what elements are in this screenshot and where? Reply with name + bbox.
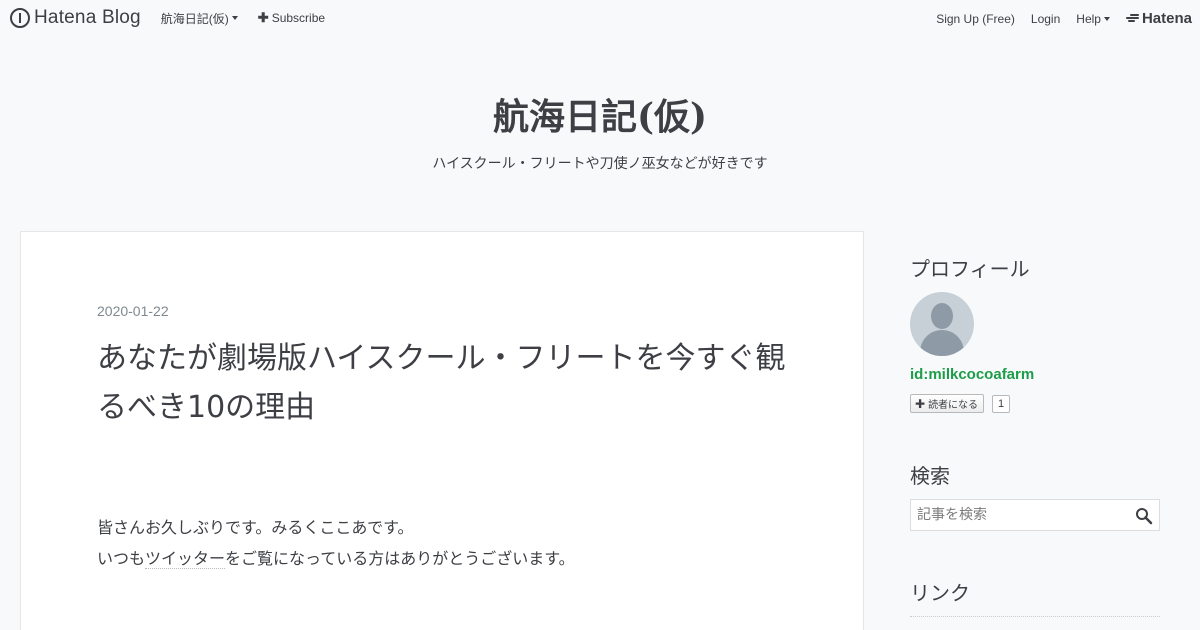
- subscribe-link[interactable]: ✚ Subscribe: [258, 10, 325, 26]
- entry-title[interactable]: あなたが劇場版ハイスクール・フリートを今すぐ観るべき10の理由: [97, 334, 797, 432]
- subscribe-reader-label: 読者になる: [928, 400, 979, 411]
- logo-text: Hatena Blog: [34, 7, 141, 28]
- help-dropdown[interactable]: Help: [1076, 12, 1110, 26]
- profile-id-link[interactable]: id:milkcocoafarm: [910, 366, 1034, 383]
- hatena-brand-icon: [1125, 14, 1139, 23]
- search-input[interactable]: [911, 500, 1131, 530]
- global-header-left: Hatena Blog 航海日記(仮) ✚ Subscribe: [10, 7, 325, 29]
- entry-body: 皆さんお久しぶりです。みるくここあです。 いつもツイッターをご覧になっている方は…: [97, 512, 797, 574]
- sidebar: プロフィール id:milkcocoafarm ✚ 読者になる 1 検索 リンク: [892, 231, 1180, 630]
- subscribe-reader-button[interactable]: ✚ 読者になる: [910, 394, 985, 413]
- search-icon[interactable]: [1135, 507, 1153, 525]
- signup-link[interactable]: Sign Up (Free): [936, 12, 1015, 26]
- global-header-right: Sign Up (Free) Login Help Hatena: [920, 10, 1192, 27]
- subscribe-label: Subscribe: [271, 11, 326, 25]
- main-article: 2020-01-22 あなたが劇場版ハイスクール・フリートを今すぐ観るべき10の…: [20, 231, 864, 630]
- blog-title[interactable]: 航海日記(仮): [0, 88, 1200, 140]
- profile-heading: プロフィール: [910, 257, 1030, 281]
- divider: [910, 616, 1160, 617]
- plus-icon: ✚: [257, 10, 269, 25]
- links-heading: リンク: [910, 581, 970, 605]
- entry-text: をご覧になっている方はありがとうございます。: [225, 549, 575, 568]
- search-form: [910, 499, 1160, 531]
- subscriber-count[interactable]: 1: [992, 395, 1010, 413]
- hatena-brand-link[interactable]: Hatena: [1125, 10, 1192, 27]
- global-header: Hatena Blog 航海日記(仮) ✚ Subscribe Sign Up …: [0, 0, 1200, 36]
- search-heading: 検索: [910, 464, 950, 488]
- plus-icon: ✚: [915, 396, 926, 411]
- default-avatar-icon[interactable]: [910, 292, 974, 356]
- blog-description: ハイスクール・フリートや刀使ノ巫女などが好きです: [432, 156, 768, 172]
- login-link[interactable]: Login: [1031, 12, 1060, 26]
- entry-paragraph: いつもツイッターをご覧になっている方はありがとうございます。: [97, 543, 797, 574]
- entry-date[interactable]: 2020-01-22: [97, 303, 169, 319]
- hatena-brand-label: Hatena: [1141, 10, 1192, 27]
- blog-menu-label: 航海日記(仮): [160, 11, 229, 26]
- hatena-blog-logo[interactable]: Hatena Blog: [10, 7, 141, 29]
- keyword-link[interactable]: ツイッター: [145, 549, 226, 569]
- blog-menu-dropdown[interactable]: 航海日記(仮): [161, 10, 238, 27]
- hatena-blog-logo-icon: [10, 8, 30, 28]
- entry-text: いつも: [97, 549, 146, 568]
- caret-down-icon: [231, 16, 238, 20]
- caret-down-icon: [1103, 16, 1110, 21]
- help-label: Help: [1076, 11, 1101, 26]
- entry-paragraph: 皆さんお久しぶりです。みるくここあです。: [97, 518, 414, 537]
